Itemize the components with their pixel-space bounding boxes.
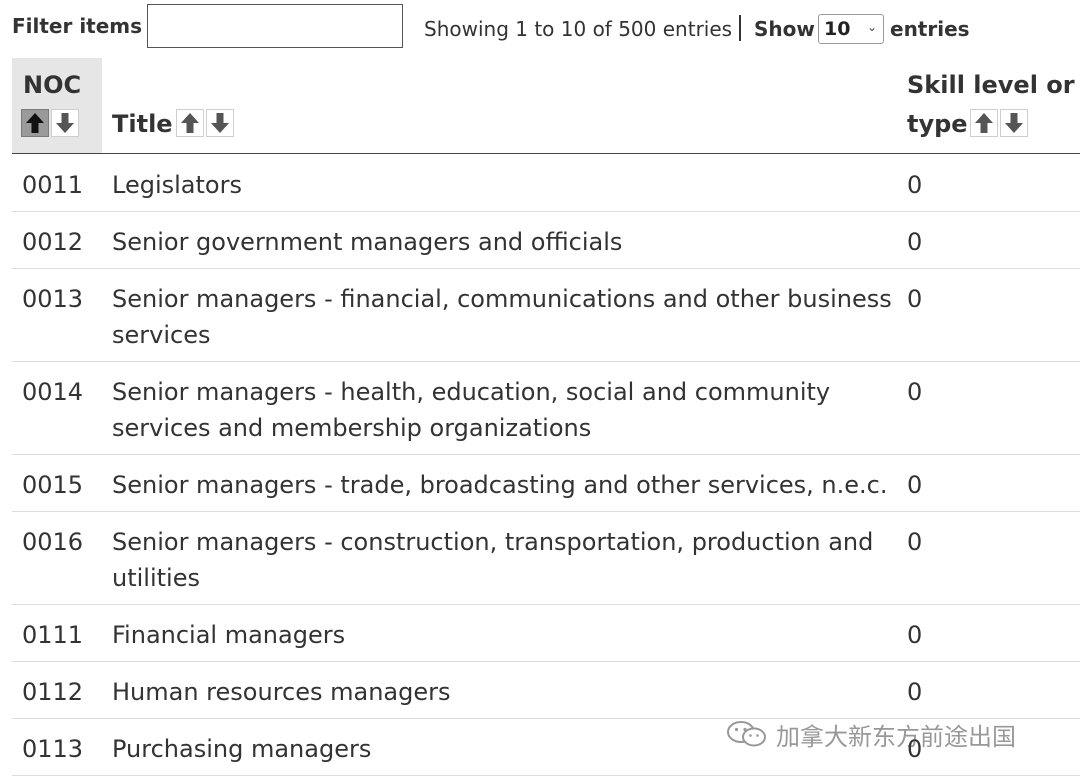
sort-controls-noc <box>21 109 79 137</box>
wechat-icon <box>727 721 766 747</box>
table-row: 0015 Senior managers - trade, broadcasti… <box>12 455 1080 512</box>
column-header-noc[interactable]: NOC <box>12 58 102 153</box>
sort-controls-title <box>176 109 234 137</box>
watermark: 加拿大新东方前途出国 <box>726 716 1016 752</box>
cell-noc: 0011 <box>22 171 84 199</box>
sort-ascending-icon[interactable] <box>21 109 49 137</box>
table-row: 0016 Senior managers - construction, tra… <box>12 512 1080 605</box>
filter-input[interactable] <box>147 4 403 48</box>
watermark-text: 加拿大新东方前途出国 <box>776 722 1016 751</box>
page-size-value: 10 <box>824 18 851 40</box>
table-header: NOC Title Skill level or type <box>12 58 1080 154</box>
cell-skill-level: 0 <box>907 621 923 649</box>
cell-skill-level: 0 <box>907 471 923 499</box>
divider <box>739 15 741 41</box>
cell-noc: 0015 <box>22 471 84 499</box>
sort-ascending-icon[interactable] <box>176 109 204 137</box>
cell-skill-level: 0 <box>907 678 923 706</box>
cell-skill-level: 0 <box>907 378 923 406</box>
table-row: 0011 Legislators 0 <box>12 155 1080 212</box>
chevron-down-icon: ⌄ <box>866 20 877 34</box>
sort-controls-skill <box>970 109 1028 137</box>
table-row: 0112 Human resources managers 0 <box>12 662 1080 719</box>
cell-title: Senior managers - construction, transpor… <box>112 528 874 592</box>
table-toolbar: Filter items Showing 1 to 10 of 500 entr… <box>0 0 1080 56</box>
column-label-title: Title <box>112 110 173 138</box>
sort-descending-icon[interactable] <box>1000 109 1028 137</box>
cell-skill-level: 0 <box>907 228 923 256</box>
cell-noc: 0016 <box>22 528 84 556</box>
entries-label: entries <box>890 17 970 41</box>
entries-info: Showing 1 to 10 of 500 entries <box>424 17 733 41</box>
sort-descending-icon[interactable] <box>206 109 234 137</box>
cell-skill-level: 0 <box>907 528 923 556</box>
sort-ascending-icon[interactable] <box>970 109 998 137</box>
column-label-skill-line2: type <box>907 110 968 138</box>
sort-descending-icon[interactable] <box>51 109 79 137</box>
cell-title: Legislators <box>112 171 242 199</box>
cell-title: Senior managers - health, education, soc… <box>112 378 831 442</box>
cell-title: Human resources managers <box>112 678 451 706</box>
page-size-select[interactable]: 10 ⌄ <box>818 14 884 44</box>
cell-title: Senior managers - financial, communicati… <box>112 285 892 349</box>
table-row: 0013 Senior managers - financial, commun… <box>12 269 1080 362</box>
filter-label: Filter items <box>12 14 143 38</box>
column-label-noc: NOC <box>23 71 82 99</box>
cell-noc: 0014 <box>22 378 84 406</box>
table-row: 0014 Senior managers - health, education… <box>12 362 1080 455</box>
cell-noc: 0013 <box>22 285 84 313</box>
cell-noc: 0111 <box>22 621 84 649</box>
cell-title: Senior managers - trade, broadcasting an… <box>112 471 888 499</box>
cell-skill-level: 0 <box>907 285 923 313</box>
cell-skill-level: 0 <box>907 171 923 199</box>
cell-noc: 0112 <box>22 678 84 706</box>
cell-title: Senior government managers and officials <box>112 228 623 256</box>
show-label: Show <box>754 17 815 41</box>
cell-title: Financial managers <box>112 621 346 649</box>
table-row: 0111 Financial managers 0 <box>12 605 1080 662</box>
column-label-skill-line1: Skill level or <box>907 71 1075 99</box>
table-row: 0012 Senior government managers and offi… <box>12 212 1080 269</box>
cell-noc: 0012 <box>22 228 84 256</box>
cell-noc: 0113 <box>22 735 84 763</box>
